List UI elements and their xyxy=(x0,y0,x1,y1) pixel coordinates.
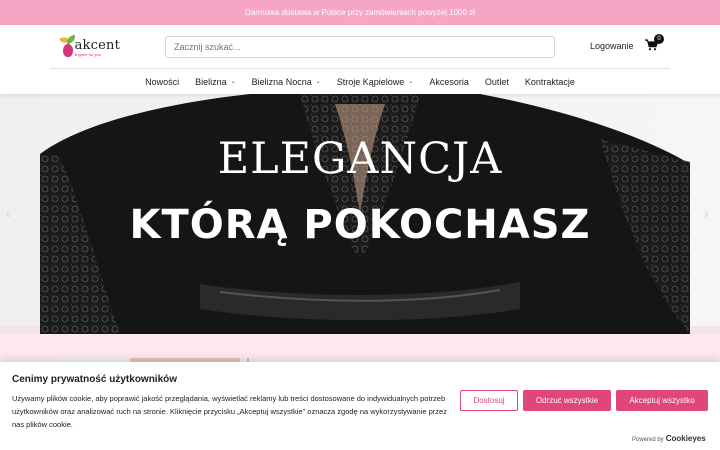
nav-label: Outlet xyxy=(484,76,509,87)
powered-by[interactable]: Powered by Cookieyes xyxy=(632,434,706,443)
logo[interactable]: akcent lingerie for you xyxy=(59,33,120,63)
cookie-title: Cenimy prywatność użytkowników xyxy=(12,374,178,385)
logo-tagline: lingerie for you xyxy=(74,52,101,57)
main-nav: Nowości Bielizna ⌄ Bielizna Nocna ⌄ Stro… xyxy=(0,69,720,94)
slider-next-arrow-icon[interactable]: › xyxy=(704,206,708,221)
chevron-down-icon: ⌄ xyxy=(408,79,414,85)
promo-text: Darmowa dostawa w Polsce przy zamówienia… xyxy=(245,8,475,17)
cookie-accept-all-button[interactable]: Akceptuj wszystko xyxy=(616,390,708,411)
cart-button[interactable]: 0 xyxy=(645,34,664,53)
nav-item-kontraktacje[interactable]: Kontraktacje xyxy=(525,77,575,87)
nav-label: Bielizna Nocna xyxy=(251,76,312,87)
hero-title-ktora-pokochasz: KTÓRĄ POKOCHASZ xyxy=(129,202,591,248)
nav-item-outlet[interactable]: Outlet xyxy=(485,77,509,87)
powered-by-label: Powered by xyxy=(632,437,664,443)
chevron-down-icon: ⌄ xyxy=(230,79,236,85)
cookie-customize-button[interactable]: Dostosuj xyxy=(460,390,518,411)
nav-label: Akcesoria xyxy=(429,76,469,87)
slider-prev-arrow-icon[interactable]: ‹ xyxy=(6,206,10,221)
nav-item-akcesoria[interactable]: Akcesoria xyxy=(429,77,469,87)
nav-item-bielizna-nocna[interactable]: Bielizna Nocna ⌄ xyxy=(252,77,321,87)
search-input[interactable] xyxy=(165,36,555,58)
nav-item-bielizna[interactable]: Bielizna ⌄ xyxy=(195,77,236,87)
cookie-description: Używamy plików cookie, aby poprawić jako… xyxy=(12,394,447,429)
cart-count-badge: 0 xyxy=(654,34,664,44)
chevron-down-icon: ⌄ xyxy=(315,79,321,85)
hero-title-elegancja: ELEGANCJA xyxy=(217,134,503,184)
nav-label: Kontraktacje xyxy=(524,76,575,87)
login-link[interactable]: Logowanie xyxy=(590,41,634,51)
cookieyes-logo: Cookieyes xyxy=(665,434,706,443)
logo-wordmark: akcent xyxy=(74,38,120,53)
nav-label: Bielizna xyxy=(195,76,227,87)
cookie-reject-all-button[interactable]: Odrzuć wszystkie xyxy=(523,390,611,411)
logo-tulip-icon xyxy=(59,35,75,61)
nav-label: Nowości xyxy=(145,76,180,87)
hero-slider[interactable]: ELEGANCJA KTÓRĄ POKOCHASZ ‹ › xyxy=(0,94,720,334)
page: Darmowa dostawa w Polsce przy zamówienia… xyxy=(0,0,720,450)
nav-item-stroje-kapielowe[interactable]: Stroje Kąpielowe ⌄ xyxy=(337,77,414,87)
cookie-consent-banner: Cenimy prywatność użytkowników Używamy p… xyxy=(0,362,720,450)
site-header: akcent lingerie for you Logowanie 0 xyxy=(0,25,720,69)
nav-label: Stroje Kąpielowe xyxy=(336,76,405,87)
nav-item-nowosci[interactable]: Nowości xyxy=(145,77,179,87)
promo-bar: Darmowa dostawa w Polsce przy zamówienia… xyxy=(0,0,720,25)
